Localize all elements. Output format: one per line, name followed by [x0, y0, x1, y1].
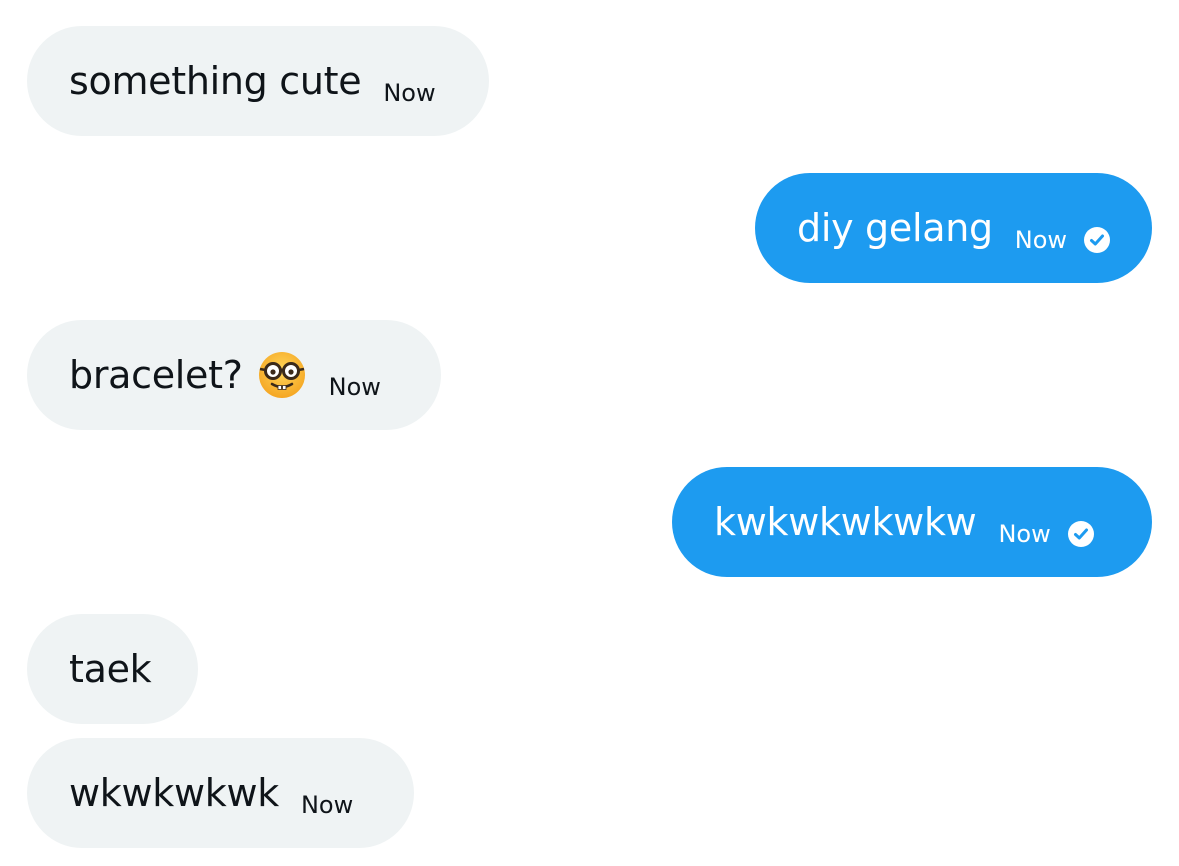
message-timestamp: Now	[1014, 226, 1068, 254]
message-text: diy gelang	[797, 206, 993, 250]
incoming-message-bubble[interactable]: something cute Now	[27, 26, 489, 136]
message-timestamp: Now	[300, 791, 354, 819]
incoming-message-bubble[interactable]: taek	[27, 614, 198, 724]
message-timestamp: Now	[998, 520, 1051, 548]
outgoing-message-bubble[interactable]: kwkwkwkwkw Now	[672, 467, 1152, 577]
check-circle-icon	[1067, 520, 1095, 548]
message-text: something cute	[69, 59, 362, 103]
nerd-face-emoji-icon	[257, 350, 307, 400]
message-text: taek	[69, 647, 152, 691]
message-text: bracelet?	[69, 353, 243, 397]
message-text: wkwkwkwk	[69, 771, 279, 815]
message-timestamp: Now	[383, 79, 436, 107]
outgoing-message-bubble[interactable]: diy gelang Now	[755, 173, 1152, 283]
incoming-message-bubble[interactable]: wkwkwkwk Now	[27, 738, 414, 848]
check-circle-icon	[1083, 226, 1111, 254]
message-text: kwkwkwkwkw	[714, 500, 977, 544]
incoming-message-bubble[interactable]: bracelet? Now	[27, 320, 441, 430]
message-timestamp: Now	[328, 373, 381, 401]
